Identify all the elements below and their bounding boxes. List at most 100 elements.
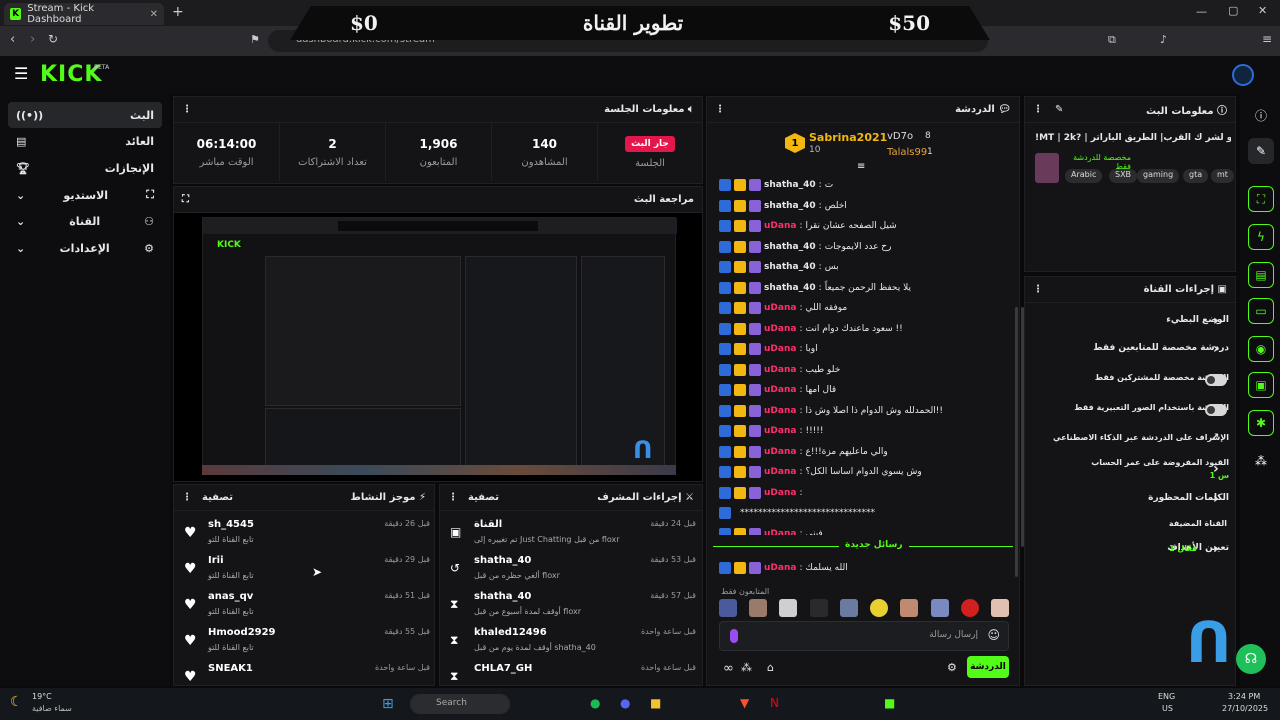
media-icon[interactable]: ▣ (1248, 372, 1274, 398)
tag-chip[interactable]: SXB (1109, 169, 1138, 183)
chat-username[interactable]: uDana (764, 406, 796, 416)
tag-chip[interactable]: gaming (1137, 169, 1180, 183)
clock-time[interactable]: 3:24 PM (1228, 692, 1260, 701)
edit-icon[interactable]: ✎ (1248, 138, 1274, 164)
back-icon[interactable]: ‹ (10, 32, 15, 47)
edit-icon[interactable]: ✎ (1055, 104, 1063, 115)
emote-icon[interactable] (839, 599, 858, 617)
nav-item-revenue[interactable]: ▤ العائد (8, 128, 162, 154)
chat-scrollbar[interactable] (1015, 307, 1018, 577)
emote-icon[interactable] (719, 599, 737, 617)
slow-mode-row[interactable]: الوضع البطيء › (1033, 311, 1229, 335)
more-options-icon[interactable]: ⋮ (1033, 104, 1043, 115)
more-options-icon[interactable]: ⋮ (448, 492, 458, 503)
nav-item-channel[interactable]: ⌄ القناة ⚇ (8, 208, 162, 234)
chat-username[interactable]: uDana (764, 365, 796, 375)
media-icon[interactable]: ♪ (1160, 33, 1167, 46)
filter-button[interactable]: تصفية (468, 492, 499, 503)
banned-words-row[interactable]: الكلمات المحظورة › (1033, 489, 1229, 513)
tag-chip[interactable]: gta (1183, 169, 1209, 183)
discord-icon[interactable]: ● (620, 696, 630, 710)
chat-input[interactable]: إرسال رسالة ☺ (719, 621, 1009, 651)
mod-action-target[interactable]: shatha_40 (474, 555, 531, 566)
share-icon[interactable]: ⁂ (741, 661, 752, 674)
more-options-icon[interactable]: ⋮ (1033, 284, 1043, 295)
emote-only-toggle[interactable] (1205, 404, 1227, 416)
reload-icon[interactable]: ↻ (48, 32, 58, 46)
emoji-icon[interactable]: ☺ (987, 628, 1000, 642)
chat-username[interactable]: shatha_40 (764, 180, 816, 190)
ai-moderation-row[interactable]: الإشراف على الدردشة عبر الذكاء الاصطناعي… (1033, 429, 1229, 453)
netflix-icon[interactable]: N (770, 696, 779, 710)
support-headset-icon[interactable]: ☊ (1236, 644, 1266, 674)
nav-item-achievements[interactable]: 🏆︎ الإنجازات (8, 155, 162, 181)
bolt-icon[interactable]: ϟ (1248, 224, 1274, 250)
windows-start-icon[interactable]: ⊞ (382, 696, 394, 712)
category-thumbnail[interactable] (1035, 153, 1059, 183)
mod-action-target[interactable]: القناة (474, 519, 502, 530)
mod-action-target[interactable]: khaled12496 (474, 627, 547, 638)
mod-action-target[interactable]: shatha_40 (474, 591, 531, 602)
nav-item-stream[interactable]: ((•)) البث (8, 102, 162, 128)
window-close-icon[interactable]: ✕ (1258, 4, 1267, 17)
browser-tab[interactable]: K Stream - Kick Dashboard ✕ (4, 3, 164, 25)
emote-icon[interactable] (870, 599, 889, 617)
activity-username[interactable]: Hmood2929 (208, 627, 276, 638)
nav-item-studio[interactable]: ⌄ الاستديو ⛶ (8, 182, 162, 208)
fullscreen-icon[interactable]: ⛶ (182, 194, 189, 205)
panel-scrollbar[interactable] (1021, 307, 1024, 547)
more-options-icon[interactable]: ⋮ (182, 104, 192, 115)
mod-action-target[interactable]: CHLA7_GH (474, 663, 532, 674)
chat-username[interactable]: uDana (764, 303, 796, 313)
hamburger-menu-icon[interactable]: ☰ (14, 64, 28, 83)
wrench-icon[interactable]: ✱ (1248, 410, 1274, 436)
activity-username[interactable]: SNEAK1 (208, 663, 253, 674)
folder-icon[interactable]: ■ (650, 696, 661, 710)
kick-taskbar-icon[interactable]: ■ (884, 696, 895, 710)
emote-icon[interactable] (990, 599, 1009, 617)
chat-username[interactable]: uDana (764, 467, 796, 477)
chat-bubble-icon[interactable]: ▭ (1248, 298, 1274, 324)
send-chat-button[interactable]: الدردشة (967, 656, 1009, 678)
gear-icon[interactable]: ⚙ (947, 661, 957, 674)
store-icon[interactable]: ⌂ (767, 661, 774, 674)
emote-icon[interactable] (809, 599, 828, 617)
chat-username[interactable]: uDana (764, 426, 796, 436)
info-icon[interactable]: ⓘ (1248, 102, 1274, 128)
chat-username[interactable]: uDana (764, 447, 796, 457)
infinity-icon[interactable]: ∞ (723, 661, 734, 676)
chat-username[interactable]: uDana (764, 221, 796, 231)
activity-username[interactable]: sh_4545 (208, 519, 254, 530)
spotify-icon[interactable]: ● (590, 696, 600, 710)
tag-chip[interactable]: Arabic (1065, 169, 1103, 183)
more-options-icon[interactable]: ⋮ (715, 104, 725, 115)
emote-icon[interactable] (749, 599, 768, 617)
emote-icon[interactable] (900, 599, 919, 617)
subscribers-only-toggle[interactable] (1205, 374, 1227, 386)
chat-username[interactable]: uDana (764, 488, 796, 498)
tag-chip[interactable]: mt (1211, 169, 1234, 183)
broadcast-icon[interactable]: ◉ (1248, 336, 1274, 362)
top-gifter-name[interactable]: Sabrina2021 (809, 131, 887, 144)
stream-video[interactable]: KICK ᑎ (174, 213, 702, 481)
top-gifter-name[interactable]: Talals99 (887, 147, 927, 158)
nav-item-settings[interactable]: ⌄ الإعدادات ⚙ (8, 235, 162, 261)
chat-username[interactable]: uDana (764, 563, 796, 573)
minimize-icon[interactable]: — (1196, 5, 1207, 18)
share-icon[interactable]: ⁂ (1248, 448, 1274, 474)
chat-username[interactable]: uDana (764, 324, 796, 334)
chat-username[interactable]: uDana (764, 385, 796, 395)
microphone-icon[interactable] (730, 629, 738, 643)
set-goals-row[interactable]: تعيين الأهداف 1 فعّال › (1033, 539, 1229, 563)
top-gifter-name[interactable]: vD7o (887, 131, 913, 142)
browser-menu-icon[interactable]: ≡ (1262, 32, 1272, 46)
emote-icon[interactable] (779, 599, 798, 617)
chat-username[interactable]: shatha_40 (764, 201, 816, 211)
user-avatar[interactable] (1232, 64, 1254, 86)
taskbar-search[interactable]: Search (410, 694, 510, 714)
chat-username[interactable]: shatha_40 (764, 262, 816, 272)
chat-username[interactable]: shatha_40 (764, 283, 816, 293)
brave-icon[interactable]: ▼ (740, 696, 749, 710)
emote-icon[interactable] (930, 599, 949, 617)
collapse-pinned-icon[interactable]: ≡ (857, 161, 865, 172)
